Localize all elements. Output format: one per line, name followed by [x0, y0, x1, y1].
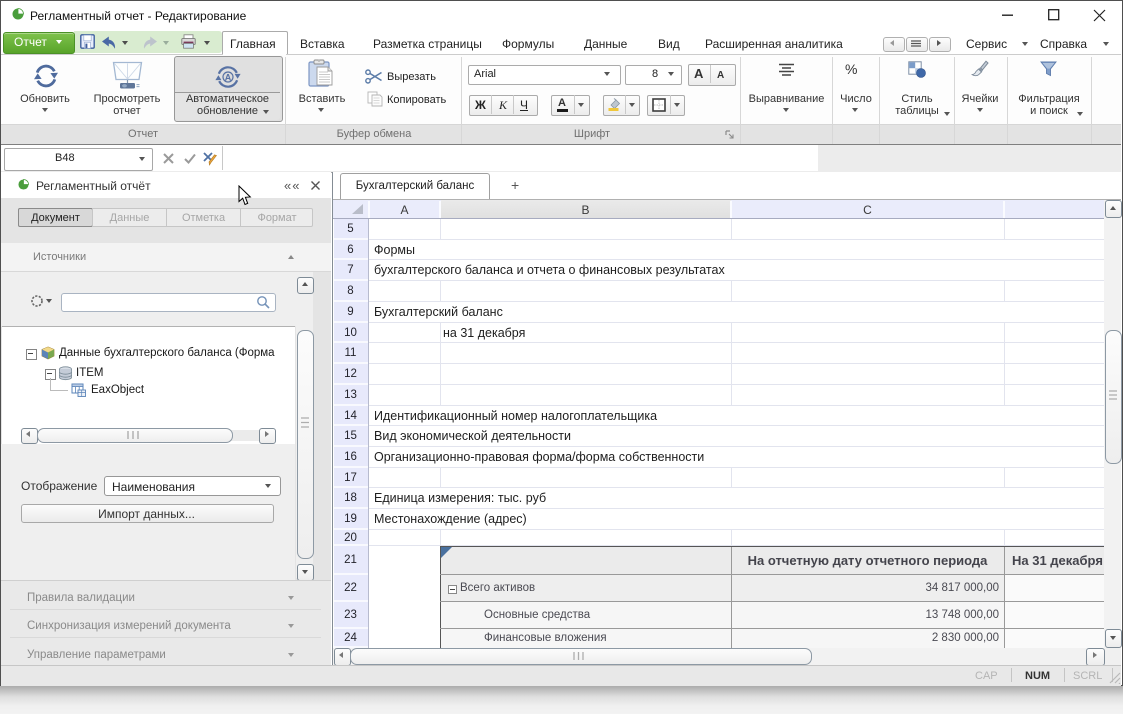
svg-text:A: A: [225, 72, 232, 82]
